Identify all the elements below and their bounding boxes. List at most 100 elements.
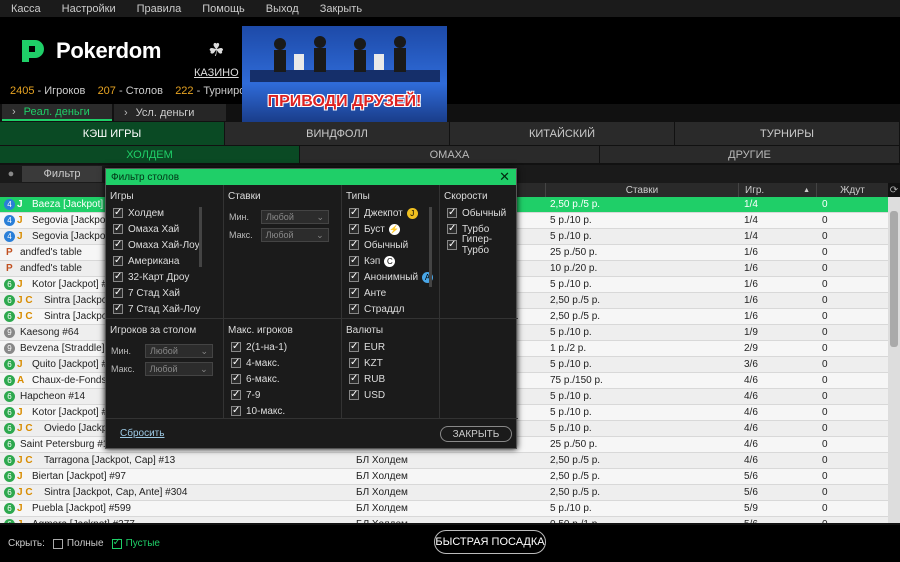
type-filter-4[interactable]: АнонимныйA [349,269,439,285]
quick-seat-button[interactable]: БЫСТРАЯ ПОСАДКА [434,530,546,554]
currency-filter-3[interactable]: USD [349,387,439,403]
speed-filter-0[interactable]: Обычный [447,205,518,221]
checkbox-checked-icon[interactable] [349,271,359,282]
menu-settings[interactable]: Настройки [62,3,116,15]
game-filter-5[interactable]: 7 Стад Хай [113,285,223,301]
max-players-filter-1[interactable]: 4-макс. [231,355,341,371]
col-stakes[interactable]: Ставки [545,183,738,197]
casino-link[interactable]: ☘ КАЗИНО [194,40,239,79]
checkbox-checked-icon[interactable] [349,303,359,314]
stakes-value: 5 р./10 р. [550,231,592,242]
currency-filter-2[interactable]: RUB [349,371,439,387]
players-min-select[interactable]: Любой ⌄ [145,344,213,358]
tab-tournaments[interactable]: ТУРНИРЫ [675,122,900,145]
type-filter-0[interactable]: ДжекпотJ [349,205,439,221]
scrollbar[interactable] [888,197,900,523]
filter-button[interactable]: Фильтр [22,166,102,182]
checkbox-checked-icon[interactable] [349,255,359,266]
checkbox-checked-icon[interactable] [113,287,123,298]
type-filter-3[interactable]: КэпC [349,253,439,269]
dot-icon[interactable]: ● [4,167,18,181]
dialog-close-button[interactable]: ЗАКРЫТЬ [440,426,512,442]
col-players[interactable]: Игр. ▲ [738,183,816,197]
players-value: 1/4 [744,199,758,210]
checkbox-checked-icon[interactable] [231,373,241,384]
checkbox-checked-icon[interactable] [349,239,359,250]
stakes-heading: Ставки [228,191,261,202]
tab-omaha[interactable]: ОМАХА [300,146,600,163]
tab-cash-games[interactable]: КЭШ ИГРЫ [0,122,225,145]
scrollbar-thumb[interactable] [890,211,898,347]
col-waiting[interactable]: Ждут [816,183,888,197]
stakes-max-select[interactable]: Любой ⌄ [260,228,329,242]
types-section: Типы ДжекпотJБуст⚡ОбычныйКэпCАнонимныйAА… [342,185,440,319]
table-row[interactable]: 6J C Tarragona [Jackpot, Cap] #13 БЛ Холде… [0,453,888,469]
currency-filter-0[interactable]: EUR [349,339,439,355]
menu-help[interactable]: Помощь [202,3,245,15]
refresh-icon[interactable]: ⟳ [888,183,900,197]
game-filter-2[interactable]: Омаха Хай-Лоу [113,237,223,253]
tab-play-money[interactable]: › Усл. деньги [114,104,226,121]
checkbox-checked-icon[interactable] [349,223,359,234]
type-filter-2[interactable]: Обычный [349,237,439,253]
checkbox-checked-icon[interactable] [349,389,359,400]
game-type: БЛ Холдем [356,455,408,466]
reset-link[interactable]: Сбросить [120,428,164,439]
game-filter-1[interactable]: Омаха Хай [113,221,223,237]
checkbox-checked-icon[interactable] [113,255,123,266]
currency-filter-1[interactable]: KZT [349,355,439,371]
hide-full-checkbox[interactable] [52,538,63,549]
max-players-filter-4[interactable]: 10-макс. [231,403,341,419]
type-filter-1[interactable]: Буст⚡ [349,221,439,237]
table-row[interactable]: 6 J Biertan [Jackpot] #97 БЛ Холдем 2,50 р./… [0,469,888,485]
game-filter-0[interactable]: Холдем [113,205,223,221]
checkbox-checked-icon[interactable] [349,341,359,352]
games-scrollbar[interactable] [199,207,202,267]
checkbox-checked-icon[interactable] [349,357,359,368]
types-scrollbar[interactable] [429,207,432,287]
game-filter-4[interactable]: 32-Карт Дроу [113,269,223,285]
promo-banner[interactable]: ПРИВОДИ ДРУЗЕЙ! [242,26,447,122]
hide-empty-checkbox[interactable] [111,537,122,549]
menu-exit[interactable]: Выход [266,3,299,15]
checkbox-checked-icon[interactable] [231,341,241,352]
tab-other[interactable]: ДРУГИЕ [600,146,900,163]
checkbox-checked-icon[interactable] [231,357,241,368]
players-max-select[interactable]: Любой ⌄ [144,362,213,376]
type-filter-5[interactable]: Анте [349,285,439,301]
tab-real-money[interactable]: › Реал. деньги [2,104,112,121]
max-players-filter-3[interactable]: 7-9 [231,387,341,403]
checkbox-checked-icon[interactable] [113,223,123,234]
checkbox-checked-icon[interactable] [113,239,123,250]
table-type-icons: J C [17,311,33,322]
game-filter-3[interactable]: Американа [113,253,223,269]
stakes-min-select[interactable]: Любой ⌄ [261,210,329,224]
checkbox-checked-icon[interactable] [349,287,359,298]
table-row[interactable]: 6J Agmora [Jackpot] #377 БЛ Холдем 0,50 р./… [0,517,888,523]
speed-filter-2[interactable]: Гипер-Турбо [447,234,518,256]
checkbox-checked-icon[interactable] [349,207,359,218]
menu-close[interactable]: Закрыть [320,3,362,15]
checkbox-checked-icon[interactable] [231,405,241,416]
table-row[interactable]: 6 J Puebla [Jackpot] #599 БЛ Холдем 5 р./10 … [0,501,888,517]
tab-holdem[interactable]: ХОЛДЕМ [0,146,300,163]
checkbox-checked-icon[interactable] [113,271,123,282]
checkbox-checked-icon[interactable] [231,389,241,400]
checkbox-checked-icon[interactable] [113,303,123,314]
checkbox-checked-icon[interactable] [349,373,359,384]
menu-cashier[interactable]: Касса [11,3,41,15]
table-row[interactable]: 6J C Sintra [Jackpot, Cap, Ante] #304 БЛ Х… [0,485,888,501]
game-filter-6[interactable]: 7 Стад Хай-Лоу [113,301,223,317]
checkbox-checked-icon[interactable] [113,207,123,218]
checkbox-checked-icon[interactable] [447,239,457,250]
menu-rules[interactable]: Правила [137,3,182,15]
max-players-filter-0[interactable]: 2(1-на-1) [231,339,341,355]
checkbox-checked-icon[interactable] [447,207,457,218]
max-players-filter-2[interactable]: 6-макс. [231,371,341,387]
checkbox-checked-icon[interactable] [447,223,457,234]
tab-chinese[interactable]: КИТАЙСКИЙ [450,122,675,145]
tab-windfall[interactable]: ВИНДФОЛЛ [225,122,450,145]
players-value: 1/4 [744,231,758,242]
close-icon[interactable]: ✕ [499,169,510,185]
type-filter-6[interactable]: Страддл [349,301,439,317]
